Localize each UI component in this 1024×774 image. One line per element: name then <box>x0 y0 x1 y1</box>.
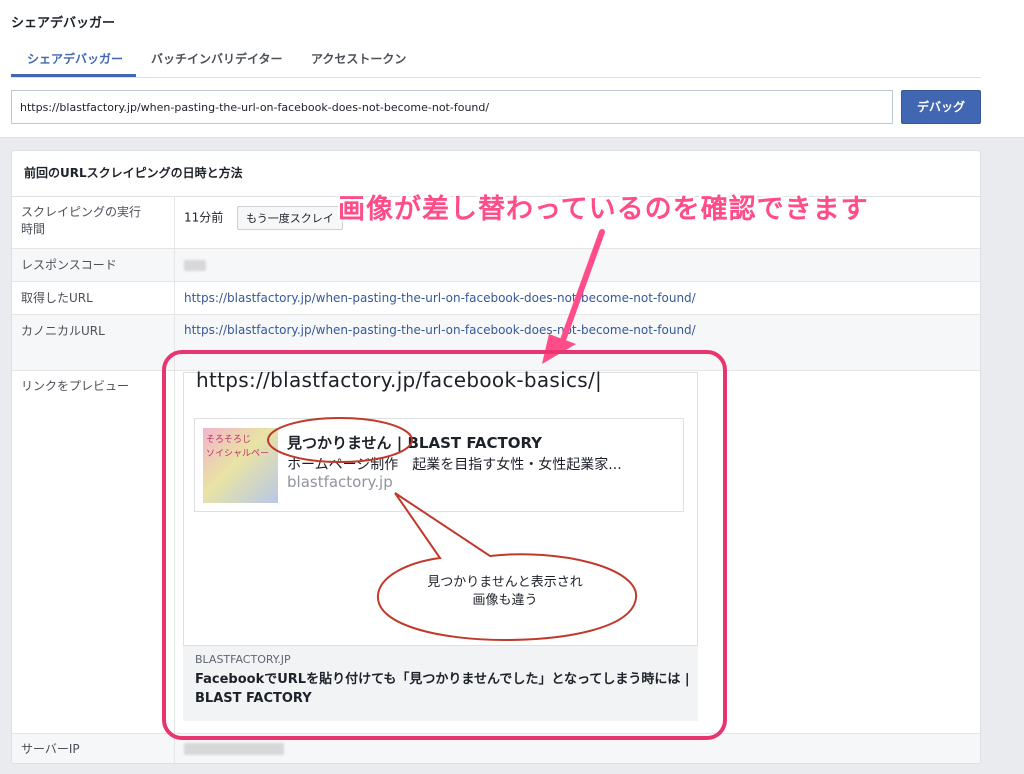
debug-button[interactable]: デバッグ <box>901 90 981 124</box>
row-label-canonical-url: カノニカルURL <box>21 324 105 338</box>
response-code-redacted <box>184 260 206 274</box>
bubble-text: 見つかりませんと表示され 画像も違う <box>385 574 625 610</box>
canonical-url-link[interactable]: https://blastfactory.jp/when-pasting-the… <box>184 323 696 337</box>
row-fetched-url: 取得したURL https://blastfactory.jp/when-pas… <box>12 282 980 315</box>
tab-batch-invalidator[interactable]: バッチインバリデイター <box>151 50 283 67</box>
active-tab-indicator <box>11 74 136 77</box>
annotation-headline: 画像が差し替わっているのを確認できます <box>338 194 869 225</box>
row-label-server-ip: サーバーIP <box>21 742 80 756</box>
row-label-response-code: レスポンスコード <box>21 258 117 272</box>
tab-bar: シェアデバッガー バッチインバリデイター アクセストークン <box>11 42 981 78</box>
url-input[interactable] <box>11 90 893 124</box>
server-ip-redacted <box>184 743 284 758</box>
scrape-time-value: 11分前 <box>184 210 224 225</box>
highlight-frame <box>162 350 727 740</box>
rescrape-button[interactable]: もう一度スクレイ <box>237 206 343 230</box>
top-bar: シェアデバッガー シェアデバッガー バッチインバリデイター アクセストークン デ… <box>0 0 1024 138</box>
row-label-fetched-url: 取得したURL <box>21 291 93 305</box>
tab-access-token[interactable]: アクセストークン <box>311 50 406 67</box>
label-line: スクレイピングの実行 <box>21 205 142 219</box>
tab-share-debugger[interactable]: シェアデバッガー <box>27 50 123 67</box>
page-title: シェアデバッガー <box>11 16 116 31</box>
row-label-scrape-time: スクレイピングの実行 時間 <box>21 204 141 238</box>
row-divider <box>174 197 175 248</box>
row-label-link-preview: リンクをプレビュー <box>21 379 130 393</box>
bubble-line: 画像も違う <box>472 593 538 608</box>
row-value-scrape-time: 11分前 もう一度スクレイ <box>184 206 343 230</box>
label-line: 時間 <box>21 222 46 236</box>
row-divider <box>174 282 175 314</box>
bubble-line: 見つかりませんと表示され <box>427 575 583 590</box>
row-divider <box>174 249 175 281</box>
fetched-url-link[interactable]: https://blastfactory.jp/when-pasting-the… <box>184 291 696 305</box>
row-response-code: レスポンスコード <box>12 249 980 282</box>
